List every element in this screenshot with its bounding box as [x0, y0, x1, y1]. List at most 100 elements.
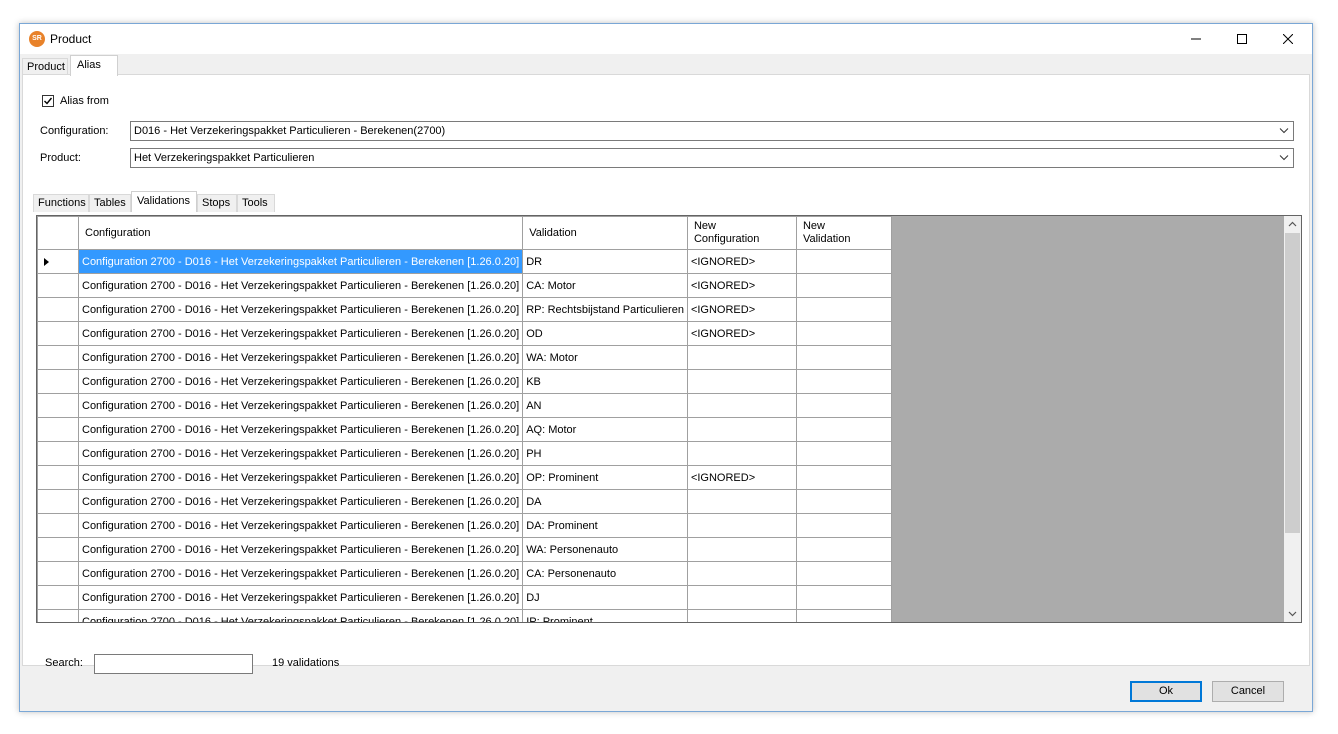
row-header[interactable] — [37, 609, 79, 622]
cell-validation[interactable]: CA: Motor — [522, 273, 688, 298]
search-input[interactable] — [94, 654, 253, 674]
row-header[interactable] — [37, 561, 79, 586]
cell-configuration[interactable]: Configuration 2700 - D016 - Het Verzeker… — [77, 489, 524, 514]
cell-new-configuration[interactable] — [686, 417, 797, 442]
cell-new-configuration[interactable] — [686, 537, 797, 562]
cell-new-validation[interactable] — [795, 489, 892, 514]
cell-new-configuration[interactable] — [686, 369, 797, 394]
table-row[interactable]: Configuration 2700 - D016 - Het Verzeker… — [37, 297, 892, 322]
row-header[interactable] — [37, 513, 79, 538]
cell-validation[interactable]: RP: Rechtsbijstand Particulieren — [522, 297, 688, 322]
cell-new-configuration[interactable] — [686, 561, 797, 586]
column-header-configuration[interactable]: Configuration — [77, 216, 524, 250]
table-row[interactable]: Configuration 2700 - D016 - Het Verzeker… — [37, 513, 892, 538]
cell-validation[interactable]: WA: Personenauto — [522, 537, 688, 562]
row-header[interactable] — [37, 369, 79, 394]
cell-new-configuration[interactable] — [686, 441, 797, 466]
cell-new-configuration[interactable] — [686, 513, 797, 538]
cell-validation[interactable]: DR — [522, 249, 688, 274]
cell-new-validation[interactable] — [795, 369, 892, 394]
tab-stops[interactable]: Stops — [197, 194, 237, 212]
cell-validation[interactable]: PH — [522, 441, 688, 466]
cell-new-validation[interactable] — [795, 297, 892, 322]
cell-new-configuration[interactable]: <IGNORED> — [686, 465, 797, 490]
cell-validation[interactable]: OP: Prominent — [522, 465, 688, 490]
scroll-down-icon[interactable] — [1284, 605, 1301, 622]
cell-configuration[interactable]: Configuration 2700 - D016 - Het Verzeker… — [77, 249, 524, 274]
table-row[interactable]: Configuration 2700 - D016 - Het Verzeker… — [37, 273, 892, 298]
cell-configuration[interactable]: Configuration 2700 - D016 - Het Verzeker… — [77, 417, 524, 442]
table-row[interactable]: Configuration 2700 - D016 - Het Verzeker… — [37, 441, 892, 466]
scrollbar-thumb[interactable] — [1285, 233, 1300, 533]
table-row[interactable]: Configuration 2700 - D016 - Het Verzeker… — [37, 537, 892, 562]
tab-tools[interactable]: Tools — [237, 194, 275, 212]
table-row[interactable]: Configuration 2700 - D016 - Het Verzeker… — [37, 393, 892, 418]
row-header[interactable] — [37, 249, 79, 274]
cell-configuration[interactable]: Configuration 2700 - D016 - Het Verzeker… — [77, 561, 524, 586]
table-row[interactable]: Configuration 2700 - D016 - Het Verzeker… — [37, 465, 892, 490]
row-header[interactable] — [37, 393, 79, 418]
cell-new-validation[interactable] — [795, 249, 892, 274]
row-header[interactable] — [37, 321, 79, 346]
table-row[interactable]: Configuration 2700 - D016 - Het Verzeker… — [37, 369, 892, 394]
tab-alias[interactable]: Alias — [70, 55, 118, 76]
row-header[interactable] — [37, 537, 79, 562]
cell-new-validation[interactable] — [795, 513, 892, 538]
cell-new-validation[interactable] — [795, 345, 892, 370]
alias-from-checkbox[interactable] — [42, 95, 54, 107]
tab-functions[interactable]: Functions — [33, 194, 89, 212]
cell-new-validation[interactable] — [795, 393, 892, 418]
table-row[interactable]: Configuration 2700 - D016 - Het Verzeker… — [37, 321, 892, 346]
cell-new-configuration[interactable]: <IGNORED> — [686, 297, 797, 322]
cell-new-validation[interactable] — [795, 465, 892, 490]
table-row[interactable]: Configuration 2700 - D016 - Het Verzeker… — [37, 561, 892, 586]
ok-button[interactable]: Ok — [1130, 681, 1202, 702]
cell-configuration[interactable]: Configuration 2700 - D016 - Het Verzeker… — [77, 513, 524, 538]
column-header-new-configuration[interactable]: New Configuration — [686, 216, 797, 250]
tab-product[interactable]: Product — [22, 58, 68, 75]
cell-new-configuration[interactable] — [686, 489, 797, 514]
cell-new-configuration[interactable]: <IGNORED> — [686, 249, 797, 274]
row-header[interactable] — [37, 585, 79, 610]
cell-configuration[interactable]: Configuration 2700 - D016 - Het Verzeker… — [77, 441, 524, 466]
cell-configuration[interactable]: Configuration 2700 - D016 - Het Verzeker… — [77, 297, 524, 322]
row-header[interactable] — [37, 297, 79, 322]
grid-vertical-scrollbar[interactable] — [1284, 216, 1301, 622]
cell-configuration[interactable]: Configuration 2700 - D016 - Het Verzeker… — [77, 369, 524, 394]
table-row[interactable]: Configuration 2700 - D016 - Het Verzeker… — [37, 417, 892, 442]
cell-configuration[interactable]: Configuration 2700 - D016 - Het Verzeker… — [77, 465, 524, 490]
configuration-select[interactable]: D016 - Het Verzekeringspakket Particulie… — [130, 121, 1294, 141]
cell-validation[interactable]: DJ — [522, 585, 688, 610]
table-row[interactable]: Configuration 2700 - D016 - Het Verzeker… — [37, 345, 892, 370]
cell-validation[interactable]: IP: Prominent — [522, 609, 688, 622]
table-row[interactable]: Configuration 2700 - D016 - Het Verzeker… — [37, 249, 892, 274]
close-button[interactable] — [1265, 24, 1311, 54]
table-row[interactable]: Configuration 2700 - D016 - Het Verzeker… — [37, 489, 892, 514]
cell-configuration[interactable]: Configuration 2700 - D016 - Het Verzeker… — [77, 585, 524, 610]
cell-validation[interactable]: KB — [522, 369, 688, 394]
table-row[interactable]: Configuration 2700 - D016 - Het Verzeker… — [37, 609, 892, 622]
cell-new-validation[interactable] — [795, 321, 892, 346]
row-header[interactable] — [37, 441, 79, 466]
cell-configuration[interactable]: Configuration 2700 - D016 - Het Verzeker… — [77, 537, 524, 562]
row-header[interactable] — [37, 417, 79, 442]
cell-new-validation[interactable] — [795, 417, 892, 442]
minimize-button[interactable] — [1173, 24, 1219, 54]
cell-new-validation[interactable] — [795, 585, 892, 610]
cell-configuration[interactable]: Configuration 2700 - D016 - Het Verzeker… — [77, 321, 524, 346]
cell-new-configuration[interactable] — [686, 345, 797, 370]
product-select[interactable]: Het Verzekeringspakket Particulieren — [130, 148, 1294, 168]
tab-tables[interactable]: Tables — [89, 194, 131, 212]
cell-new-configuration[interactable] — [686, 393, 797, 418]
cell-validation[interactable]: DA — [522, 489, 688, 514]
cell-configuration[interactable]: Configuration 2700 - D016 - Het Verzeker… — [77, 609, 524, 622]
row-header[interactable] — [37, 489, 79, 514]
cell-validation[interactable]: DA: Prominent — [522, 513, 688, 538]
column-header-validation[interactable]: Validation — [522, 216, 688, 250]
table-row[interactable]: Configuration 2700 - D016 - Het Verzeker… — [37, 585, 892, 610]
cell-validation[interactable]: CA: Personenauto — [522, 561, 688, 586]
cell-configuration[interactable]: Configuration 2700 - D016 - Het Verzeker… — [77, 273, 524, 298]
cell-validation[interactable]: AQ: Motor — [522, 417, 688, 442]
scroll-up-icon[interactable] — [1284, 216, 1301, 233]
row-header[interactable] — [37, 345, 79, 370]
